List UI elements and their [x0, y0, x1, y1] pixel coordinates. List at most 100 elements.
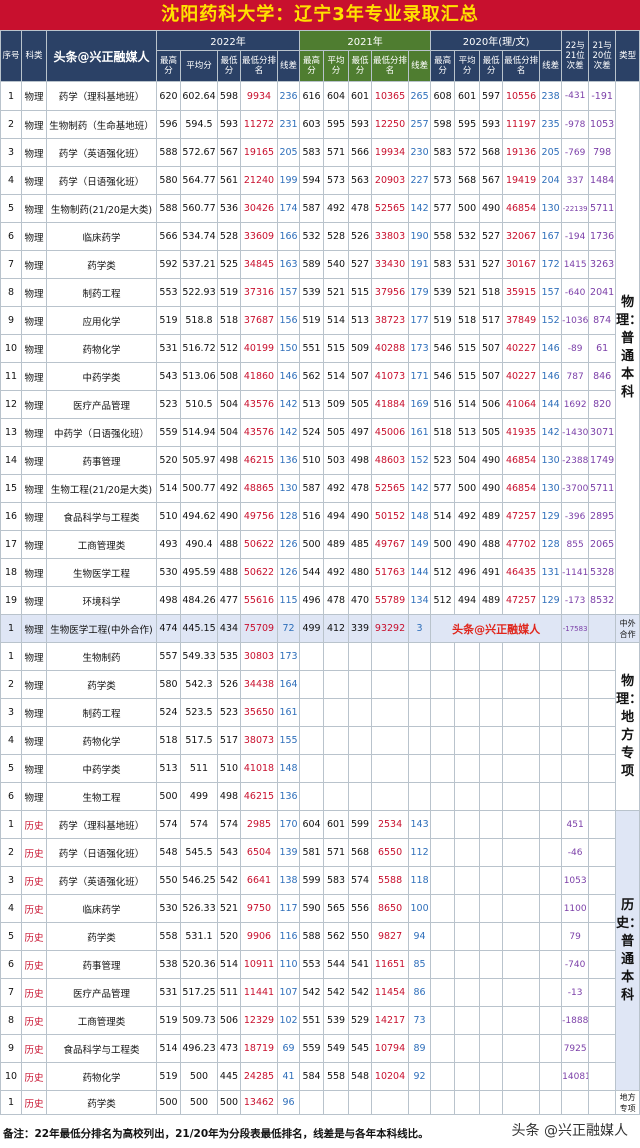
cell-2022-avg-score: 564.77	[180, 166, 218, 195]
cell-diff-21-20	[588, 810, 617, 839]
header-watermark: 头条@兴正融媒人	[46, 30, 157, 82]
cell-diff-21-20	[588, 866, 617, 895]
cell-diff-21-20: 1053	[588, 110, 617, 139]
cell-2021-avg-score: 542	[323, 978, 350, 1007]
table-row: 3 物理 药学（英语强化班） 588 572.67 567 19165 205 583 571 56…	[0, 138, 640, 167]
cell-2021-min-score: 541	[348, 950, 373, 979]
cell-2020-min-score: 491	[479, 558, 504, 587]
cell-diff-21-20: 2041	[588, 278, 617, 307]
cell-2020-line-diff: 131	[539, 558, 563, 587]
cell-2022-max-score: 530	[156, 558, 181, 587]
cell-diff-22-21: -1888	[561, 1006, 590, 1035]
cell-2021-max-score: 616	[299, 81, 325, 111]
cell-2020-min-rank: 30167	[502, 250, 541, 279]
cell-2022-line-diff: 130	[276, 474, 301, 503]
cell-2020-min-score: 505	[479, 418, 504, 447]
cell-2022-max-score: 514	[156, 474, 181, 503]
cell-major: 临床药学	[46, 222, 157, 251]
cell-2022-min-score: 598	[217, 81, 241, 111]
cell-diff-21-20	[588, 726, 617, 755]
cell-2020-avg-score: 518	[454, 306, 481, 335]
cell-2020-line-diff	[539, 1034, 563, 1063]
cell-2021-min-rank: 49767	[371, 530, 410, 559]
cell-subject: 物理	[21, 250, 47, 279]
cell-2021-max-score: 499	[299, 614, 325, 643]
cell-2021-min-score: 515	[348, 278, 373, 307]
table-row: 19 物理 环境科学 498 484.26 477 55616 115 496 478 470 557…	[0, 586, 640, 615]
cell-2020-min-rank: 41064	[502, 390, 541, 419]
cell-2022-max-score: 580	[156, 166, 181, 195]
cell-2021-line-diff: 257	[408, 110, 432, 139]
cell-subject: 物理	[21, 586, 47, 615]
cell-2020-min-score	[479, 782, 504, 811]
cell-2021-line-diff: 112	[408, 838, 432, 867]
cell-seq: 1	[0, 614, 22, 643]
cell-2022-min-score: 508	[217, 362, 241, 391]
cell-2020-min-score	[479, 866, 504, 895]
cell-diff-21-20: 3263	[588, 250, 617, 279]
cell-2020-min-rank: 47257	[502, 586, 541, 615]
cell-2021-line-diff	[408, 642, 432, 671]
cell-major: 药学（英语强化班）	[46, 866, 157, 895]
cell-2021-avg-score: 558	[323, 1062, 350, 1091]
cell-2021-line-diff: 265	[408, 81, 432, 111]
cell-2021-min-rank: 8650	[371, 894, 410, 923]
cell-2020-line-diff: 129	[539, 586, 563, 615]
cell-2022-avg-score: 546.25	[180, 866, 218, 895]
cell-2020-max-score	[430, 754, 456, 783]
cell-diff-22-21: -173	[561, 586, 590, 615]
cell-2020-max-score	[430, 726, 456, 755]
cell-diff-21-20: 1484	[588, 166, 617, 195]
cell-2021-line-diff: 169	[408, 390, 432, 419]
cell-major: 制药工程	[46, 278, 157, 307]
cell-subject: 物理	[21, 698, 47, 727]
cell-2022-max-score: 514	[156, 1034, 181, 1063]
cell-diff-22-21: -89	[561, 334, 590, 363]
cell-2021-max-score: 500	[299, 530, 325, 559]
cell-2022-line-diff: 161	[276, 698, 301, 727]
cell-2021-min-rank: 10365	[371, 81, 410, 111]
cell-diff-22-21	[561, 726, 590, 755]
cell-2020-max-score: 519	[430, 306, 456, 335]
cell-2021-max-score: 594	[299, 166, 325, 195]
cell-2021-min-score	[348, 698, 373, 727]
cell-major: 生物制药（生命基地班）	[46, 110, 157, 139]
table-row: 12 物理 医疗产品管理 523 510.5 504 43576 142 513 509 505 41…	[0, 390, 640, 419]
cell-2022-avg-score: 520.36	[180, 950, 218, 979]
cell-2021-avg-score: 601	[323, 810, 350, 839]
cell-2021-min-score: 568	[348, 838, 373, 867]
cell-2022-max-score: 524	[156, 698, 181, 727]
cell-2020-min-rank: 40227	[502, 362, 541, 391]
cell-2022-min-rank: 19165	[240, 138, 278, 167]
cell-2020-min-rank	[502, 1062, 541, 1091]
cell-2022-line-diff: 163	[276, 250, 301, 279]
header-diff-22-21: 22与21位次差	[561, 30, 590, 82]
table-row: 5 物理 中药学类 513 511 510 41018 148	[0, 754, 640, 783]
cell-2022-max-score: 550	[156, 866, 181, 895]
cell-2022-avg-score: 542.3	[180, 670, 218, 699]
cell-2021-max-score: 516	[299, 502, 325, 531]
cell-2021-line-diff: 142	[408, 194, 432, 223]
table-row: 1 历史 药学类 500 500 500 13462 96 地方专项	[0, 1090, 640, 1115]
cell-2021-avg-score: 540	[323, 250, 350, 279]
cell-2021-avg-score: 571	[323, 838, 350, 867]
cell-diff-21-20: 5711	[588, 194, 617, 223]
cell-2022-min-score: 434	[217, 614, 241, 643]
cell-2021-line-diff: 161	[408, 418, 432, 447]
cell-diff-21-20: 1736	[588, 222, 617, 251]
cell-major: 药学（理科基地班）	[46, 810, 157, 839]
cell-2022-min-score: 536	[217, 194, 241, 223]
cell-2020-avg-score	[454, 950, 481, 979]
cell-2020-avg-score	[454, 978, 481, 1007]
cell-2020-avg-score: 514	[454, 390, 481, 419]
cell-2020-avg-score	[454, 726, 481, 755]
cell-2021-line-diff	[408, 726, 432, 755]
cell-subject: 物理	[21, 81, 47, 111]
cell-2022-avg-score: 445.15	[180, 614, 218, 643]
cell-diff-22-21: -978	[561, 110, 590, 139]
cell-2020-min-score	[479, 810, 504, 839]
cell-2022-avg-score: 514.94	[180, 418, 218, 447]
cell-2021-min-score	[348, 782, 373, 811]
cell-2021-min-rank: 20903	[371, 166, 410, 195]
cell-diff-21-20: 1749	[588, 446, 617, 475]
